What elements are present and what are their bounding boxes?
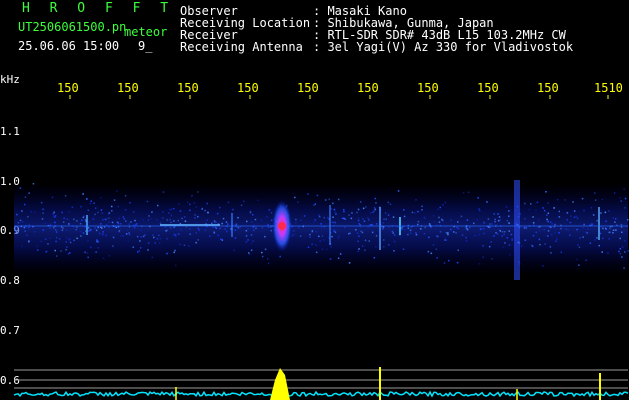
reference-lines <box>14 369 628 389</box>
freq-tick: 150 <box>357 81 379 95</box>
file-name: UT2506061500.pn <box>18 20 127 34</box>
capture-datetime: 25.06.06 15:00 <box>18 39 120 53</box>
freq-tick: 150 <box>477 81 499 95</box>
freq-tick: 150 <box>117 81 139 95</box>
spectrum-trace <box>13 390 629 398</box>
meta-value-antenna: : 3el Yagi(V) Az 330 for Vladivostok <box>313 40 574 54</box>
brand-title: H R O F F T <box>22 1 175 16</box>
freq-tick-marks <box>69 95 609 99</box>
axis-unit: kHz <box>0 73 20 86</box>
freq-tick: 150 <box>417 81 439 95</box>
capture-kind: meteor <box>124 25 168 39</box>
freq-tick: 150 <box>237 81 259 95</box>
meta-label-antenna: Receiving Antenna <box>180 40 303 54</box>
freq-tick: 1510 <box>594 81 623 95</box>
capture-tail: 9_ <box>138 39 153 53</box>
freq-tick: 150 <box>537 81 559 95</box>
freq-tick: 150 <box>297 81 319 95</box>
noise-band <box>14 183 628 275</box>
freq-tick: 150 <box>177 81 199 95</box>
spectrogram-plot <box>13 95 629 400</box>
freq-tick: 150 <box>57 81 79 95</box>
meteor-peak <box>270 368 290 400</box>
